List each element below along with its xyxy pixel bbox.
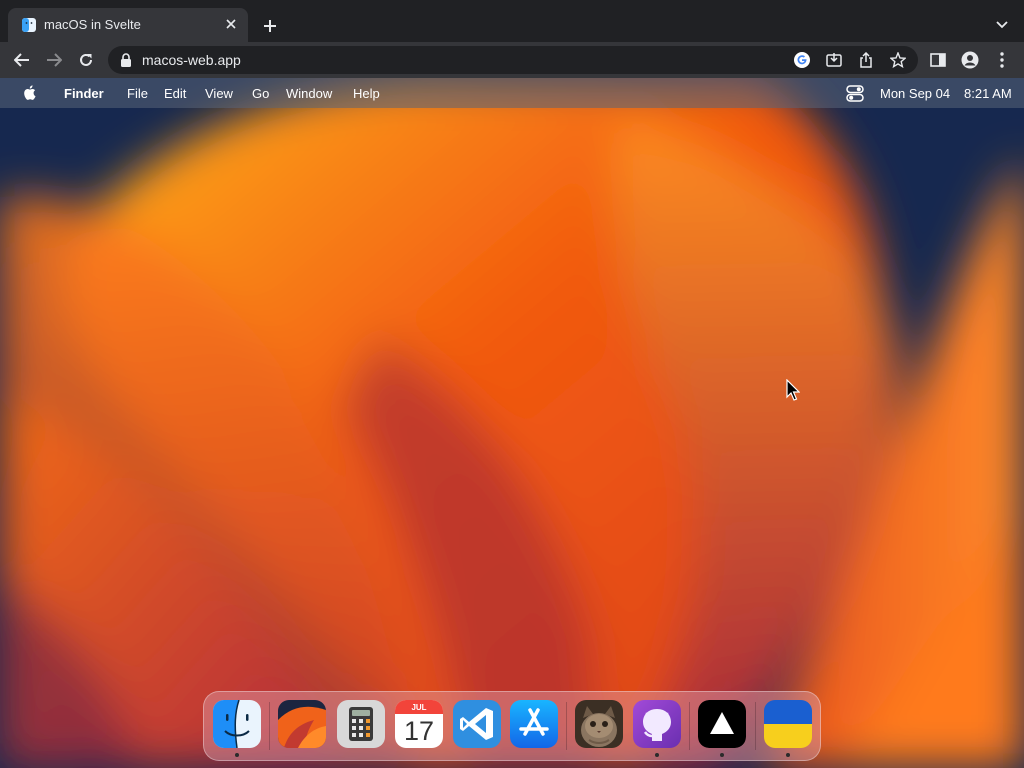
control-center-icon[interactable] xyxy=(846,85,864,102)
profile-icon[interactable] xyxy=(960,50,980,70)
forward-arrow-icon[interactable] xyxy=(42,48,66,72)
browser-tab-strip: macOS in Svelte xyxy=(0,0,1024,42)
share-icon[interactable] xyxy=(857,51,875,69)
close-icon[interactable] xyxy=(222,15,240,33)
calendar-month: JUL xyxy=(411,703,427,712)
finder-favicon-icon xyxy=(22,18,36,32)
dock-item-purus[interactable] xyxy=(575,700,623,748)
finder-icon xyxy=(213,700,261,748)
vscode-icon xyxy=(453,700,501,748)
mac-menu-bar: Finder File Edit View Go Window Help Mon… xyxy=(0,78,1024,108)
menu-time[interactable]: 8:21 AM xyxy=(964,86,1012,101)
chevron-down-icon[interactable] xyxy=(992,15,1012,35)
dock-item-app-store[interactable] xyxy=(510,700,558,748)
dock-item-vercel[interactable] xyxy=(698,700,746,748)
dock-separator xyxy=(755,702,756,750)
ukraine-flag-icon xyxy=(764,700,812,748)
desktop[interactable]: Finder File Edit View Go Window Help Mon… xyxy=(0,78,1024,768)
dock-separator xyxy=(566,702,567,750)
browser-toolbar: macos-web.app xyxy=(0,42,1024,78)
side-panel-icon[interactable] xyxy=(928,50,948,70)
running-indicator xyxy=(235,753,239,757)
wallpaper xyxy=(0,78,1024,768)
menu-window[interactable]: Window xyxy=(286,86,332,101)
install-app-icon[interactable] xyxy=(825,51,843,69)
dock: JUL 17 xyxy=(203,691,821,761)
calendar-day: 17 xyxy=(403,716,435,746)
lock-icon[interactable] xyxy=(120,53,132,67)
menu-edit[interactable]: Edit xyxy=(164,86,186,101)
reload-icon[interactable] xyxy=(74,48,98,72)
dock-item-wallpapers[interactable] xyxy=(278,700,326,748)
vercel-icon xyxy=(698,700,746,748)
running-indicator xyxy=(720,753,724,757)
menu-help[interactable]: Help xyxy=(353,86,380,101)
running-indicator xyxy=(786,753,790,757)
dock-item-vscode[interactable] xyxy=(453,700,501,748)
calculator-icon xyxy=(337,700,385,748)
mouse-cursor-icon xyxy=(786,379,800,401)
plus-icon[interactable] xyxy=(259,15,281,37)
cat-photo-icon xyxy=(575,700,623,748)
browser-tab[interactable]: macOS in Svelte xyxy=(8,8,248,42)
menu-app-name[interactable]: Finder xyxy=(64,86,104,101)
running-indicator xyxy=(655,753,659,757)
wallpapers-icon xyxy=(278,700,326,748)
app-store-icon xyxy=(510,700,558,748)
tab-title: macOS in Svelte xyxy=(44,17,141,32)
menu-date[interactable]: Mon Sep 04 xyxy=(880,86,950,101)
url-text[interactable]: macos-web.app xyxy=(142,52,241,68)
dock-separator xyxy=(689,702,690,750)
menu-file[interactable]: File xyxy=(127,86,148,101)
apple-logo-icon[interactable] xyxy=(22,84,36,101)
google-lens-icon[interactable] xyxy=(793,51,811,69)
menu-view[interactable]: View xyxy=(205,86,233,101)
dock-item-finder[interactable] xyxy=(213,700,261,748)
github-icon xyxy=(633,700,681,748)
menu-go[interactable]: Go xyxy=(252,86,269,101)
dock-item-ukraine[interactable] xyxy=(764,700,812,748)
dock-item-calendar[interactable]: JUL 17 xyxy=(395,700,443,748)
bookmark-star-icon[interactable] xyxy=(889,51,907,69)
address-bar[interactable]: macos-web.app xyxy=(108,46,918,74)
dock-item-github[interactable] xyxy=(633,700,681,748)
dock-item-calculator[interactable] xyxy=(337,700,385,748)
dock-separator xyxy=(269,702,270,750)
back-arrow-icon[interactable] xyxy=(10,48,34,72)
more-menu-icon[interactable] xyxy=(992,50,1012,70)
